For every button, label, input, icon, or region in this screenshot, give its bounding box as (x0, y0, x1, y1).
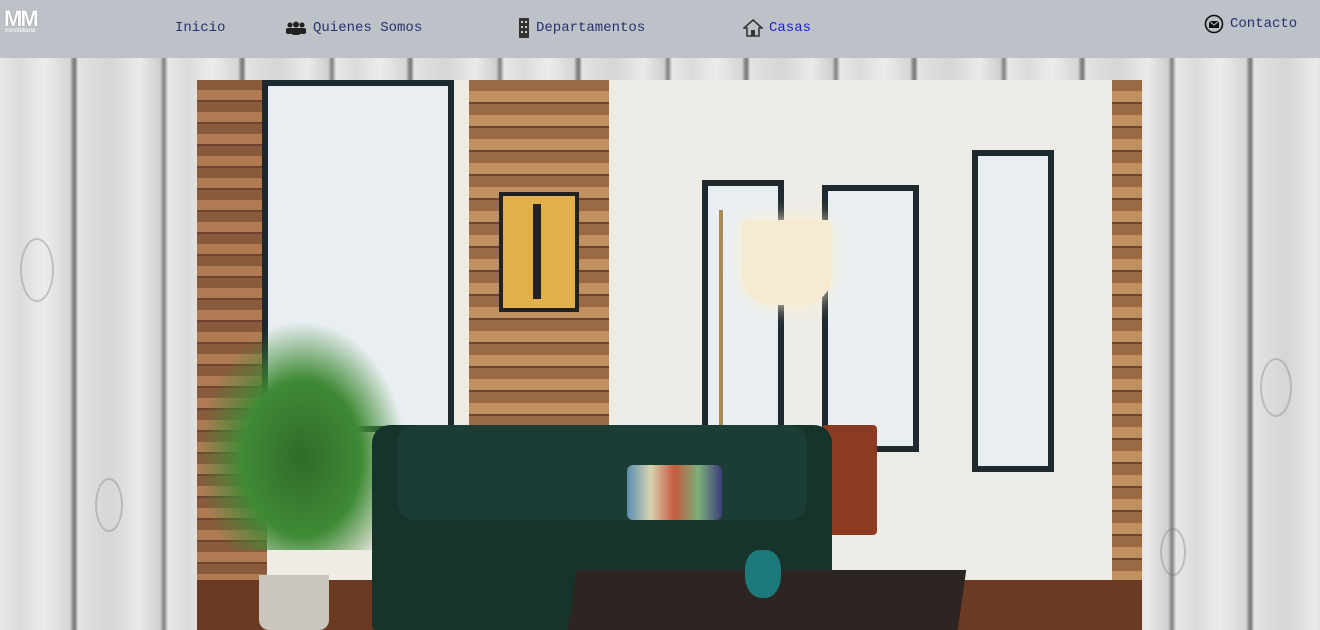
nav-quienes-somos[interactable]: Quienes Somos (285, 14, 422, 42)
vase (745, 550, 781, 598)
nav-departamentos[interactable]: Departamentos (518, 14, 645, 42)
plant-pot (259, 575, 329, 630)
house-icon (743, 19, 763, 37)
site-logo[interactable]: MM inmobiliaria (4, 6, 52, 36)
envelope-icon (1204, 14, 1224, 34)
nav-quienes-label: Quienes Somos (313, 20, 423, 36)
top-navbar: MM inmobiliaria Inicio Quienes Somos Dep… (0, 0, 1320, 58)
nav-casas[interactable]: Casas (743, 14, 811, 42)
logo-subtitle: inmobiliaria (5, 28, 36, 34)
window-3 (972, 150, 1054, 472)
group-icon (285, 21, 307, 35)
nav-contacto[interactable]: Contacto (1204, 10, 1297, 38)
floor-lamp (742, 220, 832, 305)
nav-departamentos-label: Departamentos (536, 20, 646, 36)
hero-image-living-room (197, 80, 1142, 630)
nav-casas-label: Casas (769, 20, 812, 36)
nav-inicio[interactable]: Inicio (175, 14, 225, 42)
window-2 (822, 185, 919, 452)
pillow (627, 465, 722, 520)
nav-inicio-label: Inicio (175, 20, 226, 36)
wall-art (499, 192, 579, 312)
nav-contacto-label: Contacto (1230, 16, 1298, 32)
building-icon (518, 18, 530, 38)
